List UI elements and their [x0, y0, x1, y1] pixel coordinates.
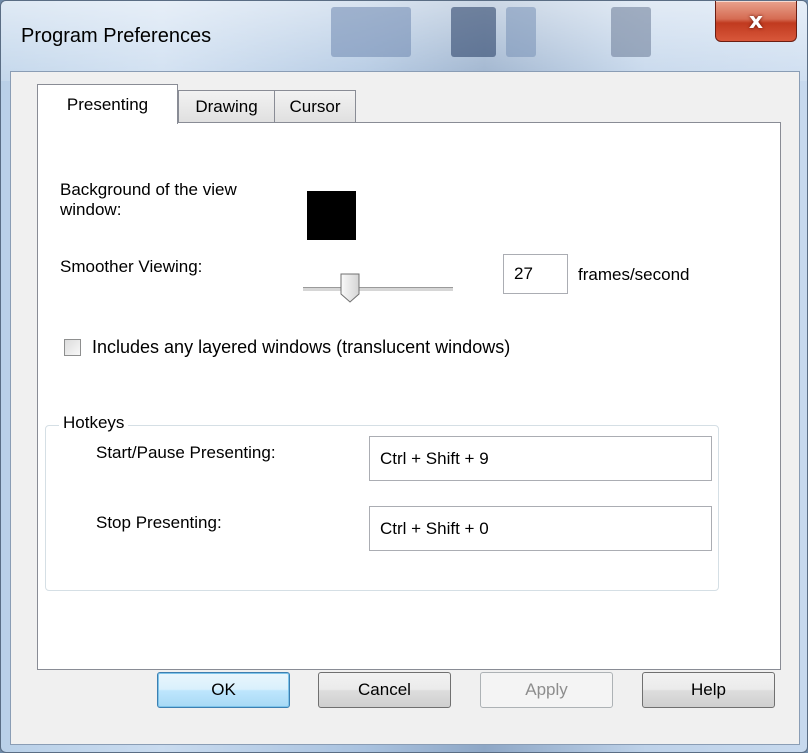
tab-presenting-label: Presenting	[66, 94, 149, 114]
start-pause-label: Start/Pause Presenting:	[96, 443, 276, 462]
fps-unit-label: frames/second	[578, 265, 690, 284]
layered-windows-label[interactable]: Includes any layered windows (translucen…	[92, 337, 510, 358]
smoother-viewing-slider-thumb[interactable]	[340, 273, 360, 303]
smoother-viewing-label: Smoother Viewing:	[60, 257, 203, 276]
apply-button[interactable]: Apply	[480, 672, 613, 708]
hotkeys-group-title: Hotkeys	[59, 413, 129, 433]
close-button[interactable]: x	[715, 1, 797, 42]
dialog-client-area: Drawing Cursor Presenting Background of …	[10, 71, 800, 745]
start-pause-hotkey-input[interactable]: Ctrl + Shift + 9	[369, 436, 712, 481]
stop-presenting-label: Stop Presenting:	[96, 513, 222, 532]
tab-drawing[interactable]: Drawing	[178, 90, 275, 122]
background-color-swatch[interactable]	[307, 191, 356, 240]
help-button[interactable]: Help	[642, 672, 775, 708]
tab-presenting[interactable]: Presenting	[37, 84, 178, 124]
tab-drawing-label: Drawing	[195, 96, 258, 116]
background-label: Background of the view window:	[60, 180, 237, 219]
tab-cursor[interactable]: Cursor	[274, 90, 356, 122]
fps-input[interactable]: 27	[503, 254, 568, 294]
preferences-window: Program Preferences x Drawing Cursor Pre…	[0, 0, 808, 753]
close-icon[interactable]: x	[749, 9, 763, 34]
title-bar-glass-decoration	[331, 7, 411, 57]
title-bar-glass-decoration	[611, 7, 651, 57]
ok-button[interactable]: OK	[157, 672, 290, 708]
tab-cursor-label: Cursor	[289, 96, 341, 116]
stop-presenting-hotkey-input[interactable]: Ctrl + Shift + 0	[369, 506, 712, 551]
title-bar-glass-decoration	[506, 7, 536, 57]
smoother-viewing-slider-track[interactable]	[303, 287, 453, 292]
title-bar-glass-decoration	[451, 7, 496, 57]
window-title: Program Preferences	[21, 25, 212, 47]
cancel-button[interactable]: Cancel	[318, 672, 451, 708]
layered-windows-checkbox[interactable]	[64, 339, 81, 356]
